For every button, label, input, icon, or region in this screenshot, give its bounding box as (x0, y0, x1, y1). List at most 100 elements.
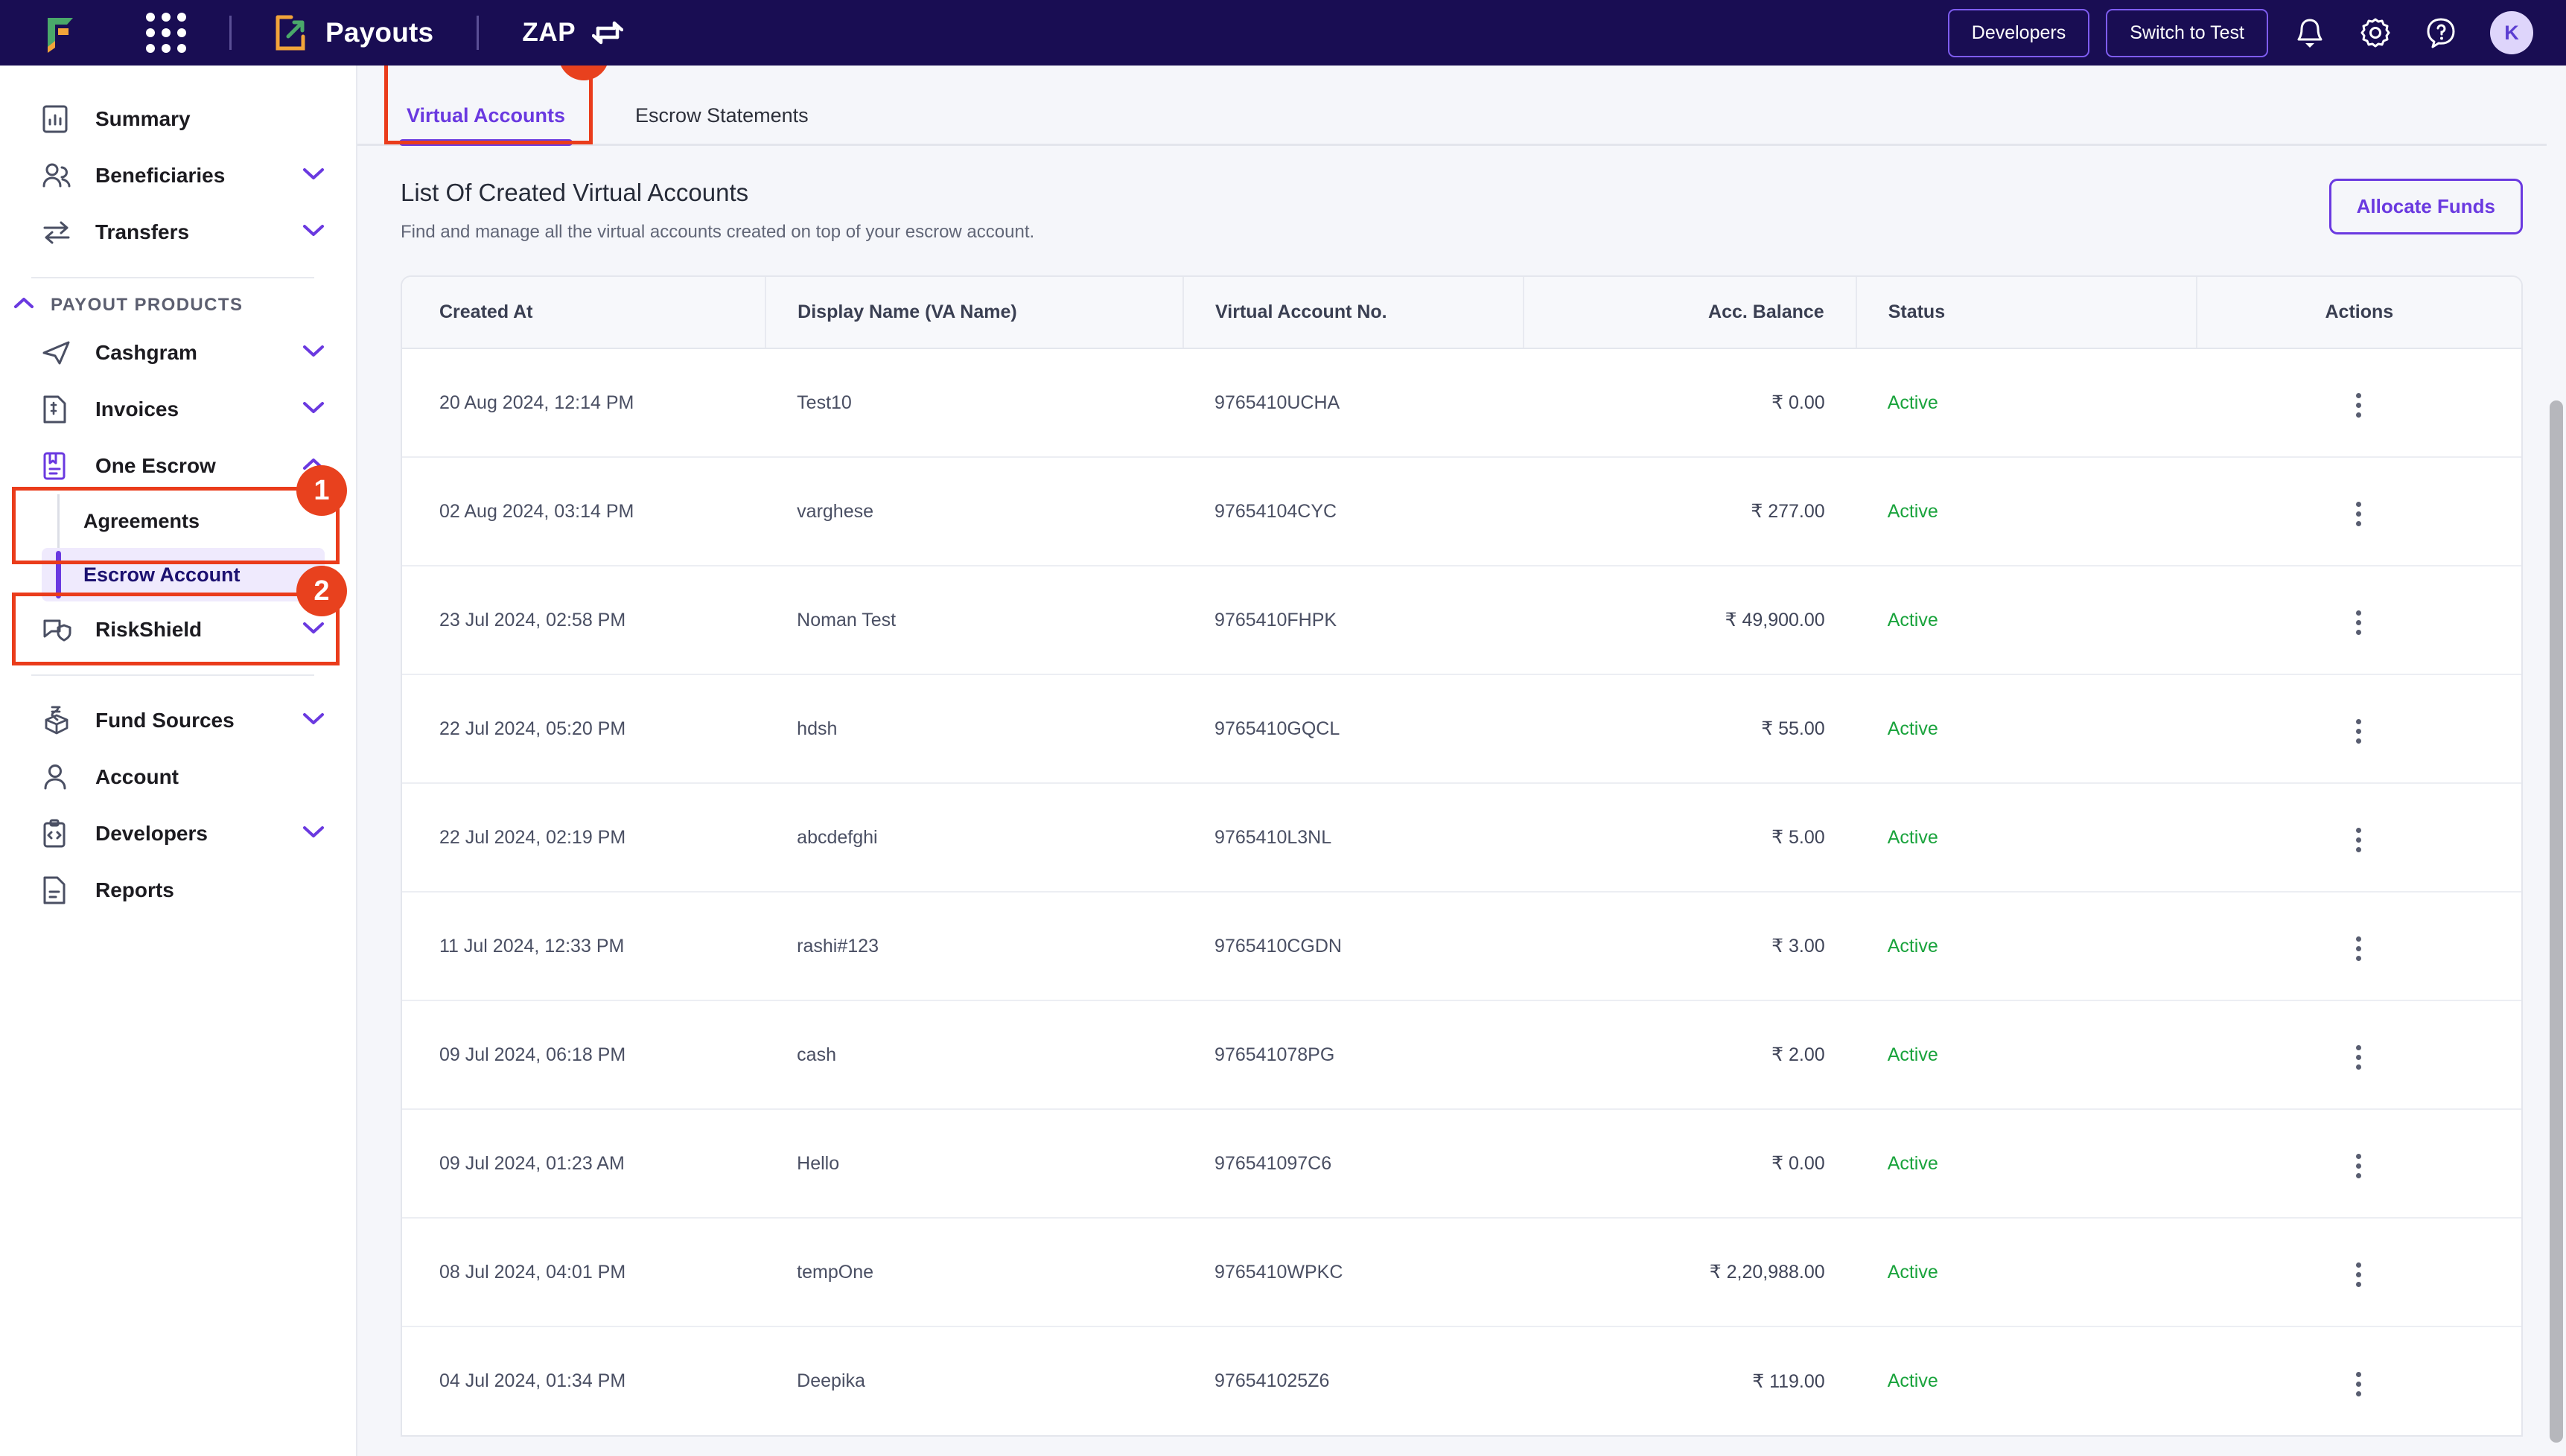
settings-gear-icon[interactable] (2352, 9, 2399, 57)
help-question-icon[interactable] (2417, 9, 2465, 57)
cell-status: Active (1856, 1109, 2197, 1218)
fincart-logo[interactable] (40, 12, 82, 54)
kebab-dot (2356, 1282, 2361, 1287)
cell-actions (2197, 457, 2521, 566)
sidebar-item-account[interactable]: Account (42, 749, 325, 805)
chevron-down-icon (302, 712, 325, 729)
sidebar-item-riskshield[interactable]: RiskShield (42, 601, 325, 658)
kebab-dot (2356, 1382, 2361, 1387)
cell-display-name: Deepika (765, 1326, 1183, 1435)
product-title: Payouts (325, 17, 433, 48)
sidebar-subitem-label: Agreements (83, 510, 200, 533)
kebab-menu-icon[interactable] (2346, 1366, 2372, 1402)
kebab-menu-icon[interactable] (2346, 1257, 2372, 1293)
cell-account-no: 9765410FHPK (1183, 566, 1524, 674)
status-badge: Active (1888, 1153, 1938, 1174)
apps-grid-icon[interactable] (146, 13, 186, 53)
kebab-dot (2356, 729, 2361, 734)
status-badge: Active (1888, 392, 1938, 413)
kebab-dot (2356, 502, 2361, 507)
sidebar-item-reports[interactable]: Reports (42, 862, 325, 919)
cell-actions (2197, 783, 2521, 892)
sidebar-item-fund-sources[interactable]: Fund Sources (42, 692, 325, 749)
sidebar-item-label: RiskShield (95, 618, 302, 642)
scrollbar-thumb[interactable] (2550, 400, 2563, 1443)
sidebar-section-label: PAYOUT PRODUCTS (51, 295, 243, 316)
cell-acc-balance: ₹ 277.00 (1524, 457, 1856, 566)
grid-dot (146, 28, 155, 37)
sidebar-section-payout-products[interactable]: PAYOUT PRODUCTS (13, 295, 325, 316)
header-divider-2 (477, 16, 479, 50)
cell-created-at: 09 Jul 2024, 01:23 AM (402, 1109, 765, 1218)
table-row: 20 Aug 2024, 12:14 PMTest109765410UCHA₹ … (402, 348, 2521, 457)
cell-status: Active (1856, 348, 2197, 457)
header-text-block: List Of Created Virtual Accounts Find an… (401, 179, 1034, 243)
sidebar-divider-2 (31, 674, 314, 676)
grid-dot (162, 28, 171, 37)
cell-account-no: 976541078PG (1183, 1000, 1524, 1109)
grid-dot (146, 13, 155, 22)
developers-code-icon (42, 819, 76, 849)
cell-display-name: Test10 (765, 348, 1183, 457)
sidebar-subitem-agreements[interactable]: Agreements (42, 494, 325, 548)
kebab-menu-icon[interactable] (2346, 1148, 2372, 1184)
cell-created-at: 04 Jul 2024, 01:34 PM (402, 1326, 765, 1435)
cell-account-no: 9765410GQCL (1183, 674, 1524, 783)
sidebar-item-label: Invoices (95, 397, 302, 421)
kebab-menu-icon[interactable] (2346, 604, 2372, 641)
kebab-menu-icon[interactable] (2346, 496, 2372, 532)
virtual-accounts-table-card: Created At Display Name (VA Name) Virtua… (401, 275, 2523, 1437)
kebab-dot (2356, 1391, 2361, 1396)
vertical-scrollbar[interactable] (2547, 66, 2566, 1456)
sidebar-item-one-escrow[interactable]: One Escrow (42, 438, 325, 494)
cell-status: Active (1856, 1218, 2197, 1326)
chevron-down-icon (302, 167, 325, 185)
tab-bar: Virtual Accounts Escrow Statements 3 (357, 66, 2566, 146)
sidebar-item-label: One Escrow (95, 454, 302, 478)
sidebar-item-label: Account (95, 765, 325, 789)
swap-workspace-icon (592, 16, 623, 49)
cell-account-no: 9765410UCHA (1183, 348, 1524, 457)
status-badge: Active (1888, 610, 1938, 630)
avatar[interactable]: K (2490, 11, 2533, 54)
kebab-menu-icon[interactable] (2346, 822, 2372, 858)
product-switcher[interactable]: Payouts (275, 14, 433, 51)
kebab-menu-icon[interactable] (2346, 713, 2372, 750)
cell-account-no: 9765410CGDN (1183, 892, 1524, 1000)
notification-bell-icon[interactable] (2286, 9, 2334, 57)
kebab-menu-icon[interactable] (2346, 930, 2372, 967)
kebab-dot (2356, 1055, 2361, 1060)
table-header: Created At Display Name (VA Name) Virtua… (402, 277, 2521, 348)
sidebar-item-summary[interactable]: Summary (42, 91, 325, 147)
kebab-dot (2356, 1173, 2361, 1178)
tab-escrow-statements[interactable]: Escrow Statements (628, 104, 816, 144)
sidebar-item-label: Fund Sources (95, 709, 302, 732)
sidebar-subitem-escrow-account[interactable]: Escrow Account (42, 548, 325, 601)
kebab-dot (2356, 511, 2361, 517)
sidebar-item-label: Developers (95, 822, 302, 846)
developers-button[interactable]: Developers (1948, 9, 2089, 57)
cell-acc-balance: ₹ 49,900.00 (1524, 566, 1856, 674)
sidebar-item-transfers[interactable]: Transfers (42, 204, 325, 261)
table-row: 23 Jul 2024, 02:58 PMNoman Test9765410FH… (402, 566, 2521, 674)
invoices-document-icon (42, 395, 76, 424)
sidebar-item-developers[interactable]: Developers (42, 805, 325, 862)
sidebar-item-cashgram[interactable]: Cashgram (42, 325, 325, 381)
cell-created-at: 22 Jul 2024, 05:20 PM (402, 674, 765, 783)
allocate-funds-button[interactable]: Allocate Funds (2329, 179, 2523, 234)
kebab-menu-icon[interactable] (2346, 387, 2372, 424)
table-row: 04 Jul 2024, 01:34 PMDeepika976541025Z6₹… (402, 1326, 2521, 1435)
kebab-dot (2356, 1163, 2361, 1169)
switch-to-test-button[interactable]: Switch to Test (2106, 9, 2268, 57)
table-row: 09 Jul 2024, 01:23 AMHello976541097C6₹ 0… (402, 1109, 2521, 1218)
status-badge: Active (1888, 501, 1938, 522)
chevron-down-icon (302, 826, 325, 843)
cell-status: Active (1856, 566, 2197, 674)
cell-display-name: varghese (765, 457, 1183, 566)
header-divider (229, 16, 232, 50)
sidebar-item-invoices[interactable]: Invoices (42, 381, 325, 438)
kebab-menu-icon[interactable] (2346, 1039, 2372, 1076)
sidebar-item-beneficiaries[interactable]: Beneficiaries (42, 147, 325, 204)
workspace-switcher[interactable]: ZAP (522, 16, 623, 49)
tab-virtual-accounts[interactable]: Virtual Accounts (399, 104, 573, 144)
